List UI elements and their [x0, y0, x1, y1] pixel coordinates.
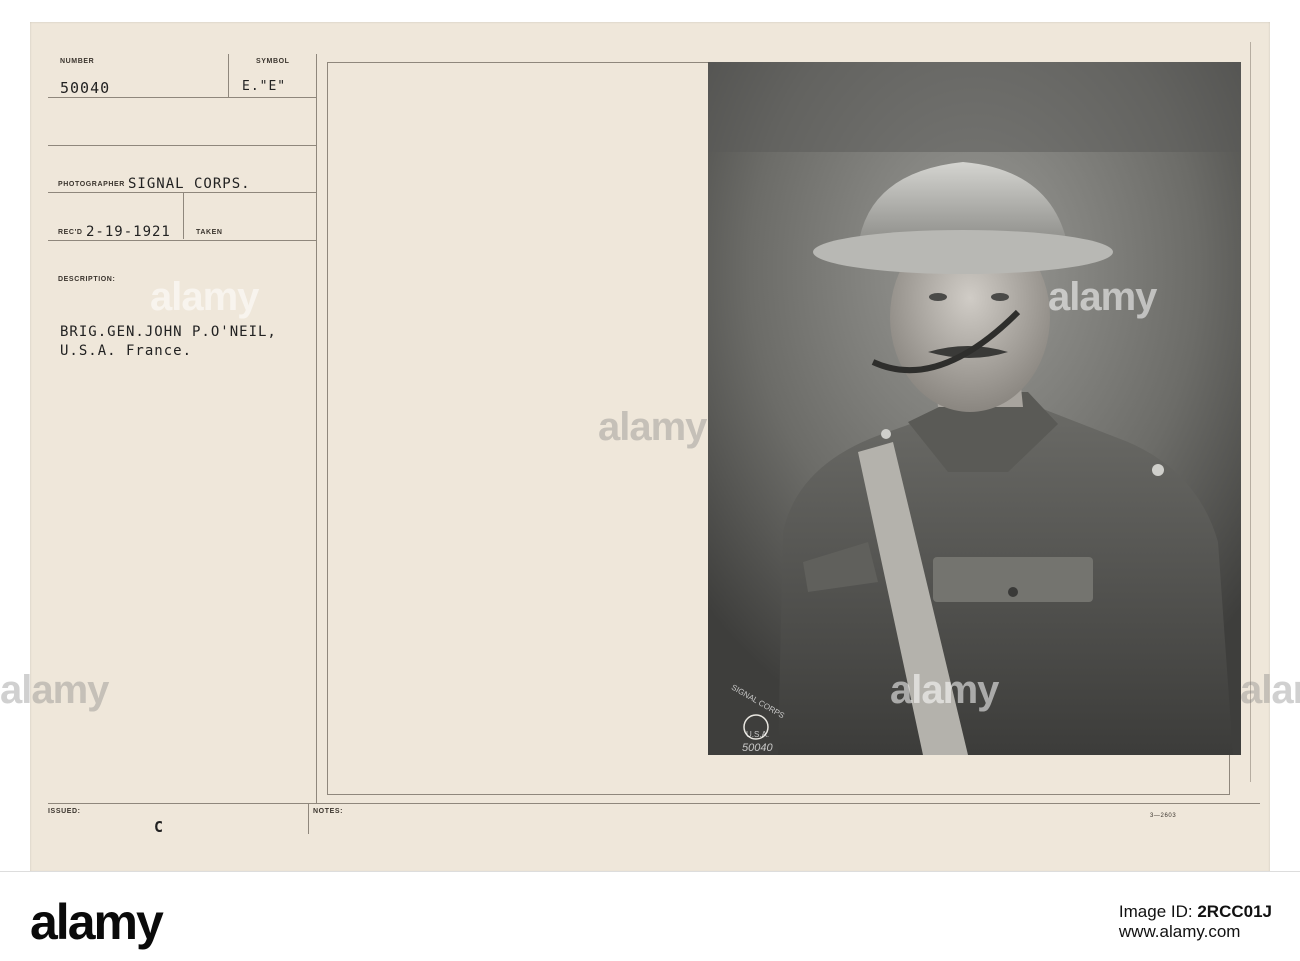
description-label: DESCRIPTION: — [58, 276, 116, 283]
description-line2: U.S.A. France. — [60, 343, 193, 359]
watermark: alamy — [1240, 668, 1300, 712]
soldier-portrait-image — [708, 62, 1241, 755]
form-rule — [308, 804, 309, 834]
site-url: www.alamy.com — [1118, 922, 1241, 941]
watermark: alamy — [1048, 275, 1157, 319]
form-code: 3—2603 — [1150, 813, 1177, 819]
number-value: 50040 — [60, 79, 111, 97]
received-value: 2-19-1921 — [86, 224, 171, 240]
form-rule — [48, 240, 316, 241]
form-rule — [183, 193, 184, 239]
watermark: alamy — [890, 668, 999, 712]
description-line1: BRIG.GEN.JOHN P.O'NEIL, — [60, 324, 277, 340]
photographer-value: SIGNAL CORPS. — [128, 176, 251, 192]
photographer-label: PHOTOGRAPHER — [58, 181, 125, 188]
image-id: Image ID: 2RCC01J www.alamy.com — [1119, 902, 1272, 942]
form-rule — [48, 192, 316, 193]
photo-stamp-subtext: U.S.A. — [746, 730, 770, 739]
notes-label: NOTES: — [313, 808, 344, 815]
taken-label: TAKEN — [196, 229, 223, 236]
form-rule — [48, 803, 1260, 804]
symbol-label: SYMBOL — [256, 58, 290, 65]
issued-mark: C — [154, 818, 165, 836]
photo-handwritten-number: 50040 — [742, 742, 773, 754]
watermark: alamy — [598, 405, 707, 449]
footer-bar — [0, 871, 1300, 961]
symbol-value: E."E" — [242, 79, 287, 94]
issued-label: ISSUED: — [48, 808, 81, 815]
form-rule — [316, 54, 317, 804]
image-id-value: 2RCC01J — [1197, 902, 1272, 921]
form-rule — [48, 145, 316, 146]
watermark: alamy — [0, 668, 109, 712]
watermark: alamy — [150, 275, 259, 319]
alamy-logo: alamy — [30, 894, 164, 950]
number-label: NUMBER — [60, 58, 95, 65]
form-rule — [228, 54, 229, 98]
form-rule — [48, 97, 316, 98]
received-label: REC'D — [58, 229, 83, 236]
image-id-label: Image ID: — [1118, 902, 1193, 921]
portrait-photo: SIGNAL CORPS U.S.A. 50040 — [708, 62, 1241, 755]
